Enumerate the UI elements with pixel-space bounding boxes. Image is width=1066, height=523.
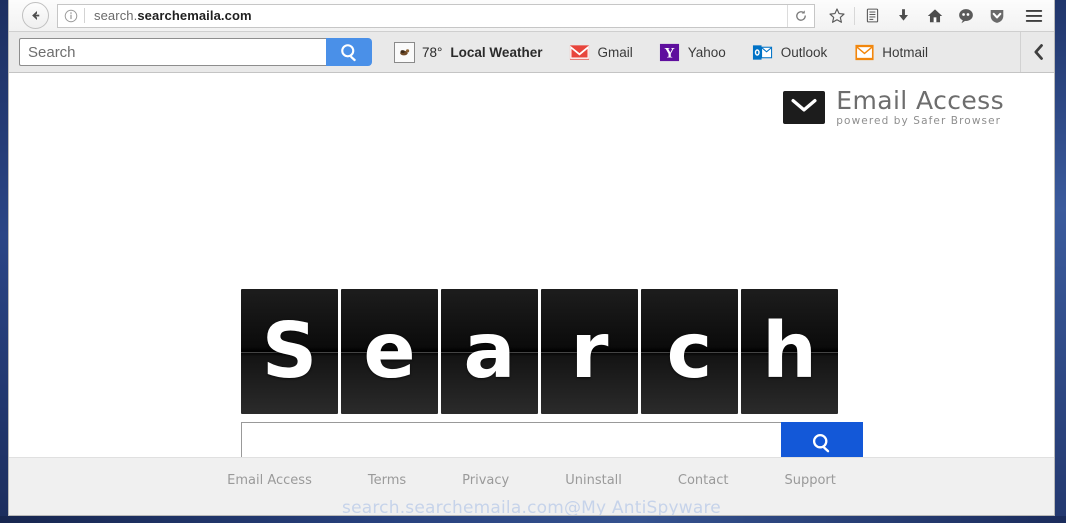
page-main-area: Email Access powered by Safer Browser S … xyxy=(9,73,1054,464)
footer-link-support[interactable]: Support xyxy=(784,473,835,488)
reload-icon xyxy=(796,9,806,21)
brand-subtitle: powered by Safer Browser xyxy=(836,114,1002,127)
footer-link-contact[interactable]: Contact xyxy=(678,473,729,488)
flip-letter: c xyxy=(666,307,713,396)
footer-links: Email Access Terms Privacy Uninstall Con… xyxy=(9,458,1054,488)
search-block: S e a r c h xyxy=(241,289,863,464)
brand-text-block: Email Access powered by Safer Browser xyxy=(836,88,1004,127)
page-footer: Email Access Terms Privacy Uninstall Con… xyxy=(9,457,1054,515)
page-content: Email Access powered by Safer Browser S … xyxy=(9,73,1054,515)
flip-letter: S xyxy=(261,307,318,396)
gmail-label: Gmail xyxy=(597,44,633,60)
search-icon xyxy=(812,433,830,453)
pocket-shield-icon[interactable] xyxy=(981,3,1012,29)
hotmail-icon xyxy=(853,41,875,63)
hotmail-label: Hotmail xyxy=(882,44,929,60)
back-arrow-icon xyxy=(32,11,40,20)
yahoo-icon: Y xyxy=(659,41,681,63)
flip-letter: r xyxy=(570,307,609,396)
url-bar[interactable]: search.searchemaila.com xyxy=(57,3,815,28)
library-icon[interactable] xyxy=(857,3,888,29)
yahoo-link[interactable]: Y Yahoo xyxy=(659,41,726,63)
footer-link-uninstall[interactable]: Uninstall xyxy=(565,473,622,488)
search-icon xyxy=(340,43,356,61)
window-left-edge xyxy=(0,0,8,523)
flip-tile: h xyxy=(741,289,838,414)
home-icon[interactable] xyxy=(919,3,950,29)
gmail-link[interactable]: Gmail xyxy=(568,41,633,63)
flip-tile: e xyxy=(341,289,438,414)
back-button[interactable] xyxy=(22,2,49,29)
flip-tile: S xyxy=(241,289,338,414)
outlook-icon xyxy=(752,41,774,63)
brand-title: Email Access xyxy=(836,86,1004,115)
extension-search-group xyxy=(19,38,372,66)
footer-link-privacy[interactable]: Privacy xyxy=(462,473,509,488)
flipboard-letters: S e a r c h xyxy=(241,289,863,414)
toolbar-divider xyxy=(854,6,855,25)
toolbar-overflow-button[interactable] xyxy=(1020,32,1054,72)
download-icon[interactable] xyxy=(888,3,919,29)
chevron-left-icon xyxy=(1033,44,1043,60)
email-access-logo: Email Access powered by Safer Browser xyxy=(783,88,1004,127)
envelope-icon xyxy=(783,90,826,124)
local-weather-link[interactable]: 78° Local Weather xyxy=(394,41,543,63)
yahoo-label: Yahoo xyxy=(687,44,726,60)
browser-toolbar-icons xyxy=(821,3,1012,29)
flip-tile: a xyxy=(441,289,538,414)
gmail-icon xyxy=(568,41,590,63)
flip-letter: h xyxy=(762,307,817,396)
weather-icon xyxy=(394,41,415,63)
flip-tile: r xyxy=(541,289,638,414)
hamburger-menu-icon[interactable] xyxy=(1018,3,1050,29)
window-right-edge xyxy=(1055,0,1066,523)
outlook-link[interactable]: Outlook xyxy=(752,41,828,63)
browser-window: search.searchemaila.com Search 78° Local… xyxy=(8,0,1055,516)
url-text: search.searchemaila.com xyxy=(94,8,252,23)
hotmail-link[interactable]: Hotmail xyxy=(853,41,928,63)
search-input[interactable] xyxy=(19,38,326,66)
chat-icon[interactable] xyxy=(950,3,981,29)
footer-link-email-access[interactable]: Email Access xyxy=(227,473,312,488)
weather-label: Local Weather xyxy=(450,44,543,60)
flip-tile: c xyxy=(641,289,738,414)
window-bottom-edge xyxy=(0,516,1066,523)
info-icon[interactable] xyxy=(58,9,84,23)
watermark-text: search.searchemaila.com@My AntiSpyware xyxy=(342,498,721,516)
weather-temperature: 78° xyxy=(422,44,443,60)
extension-toolbar: 78° Local Weather Gmail Y Yahoo xyxy=(9,32,1054,73)
browser-navigation-toolbar: search.searchemaila.com xyxy=(9,0,1054,32)
svg-text:Y: Y xyxy=(665,45,676,61)
flip-letter: e xyxy=(363,307,416,396)
reload-button[interactable] xyxy=(787,4,814,27)
footer-link-terms[interactable]: Terms xyxy=(368,473,406,488)
flip-letter: a xyxy=(463,307,516,396)
bookmark-star-icon[interactable] xyxy=(821,3,852,29)
search-button[interactable] xyxy=(326,38,372,66)
outlook-label: Outlook xyxy=(780,44,828,60)
